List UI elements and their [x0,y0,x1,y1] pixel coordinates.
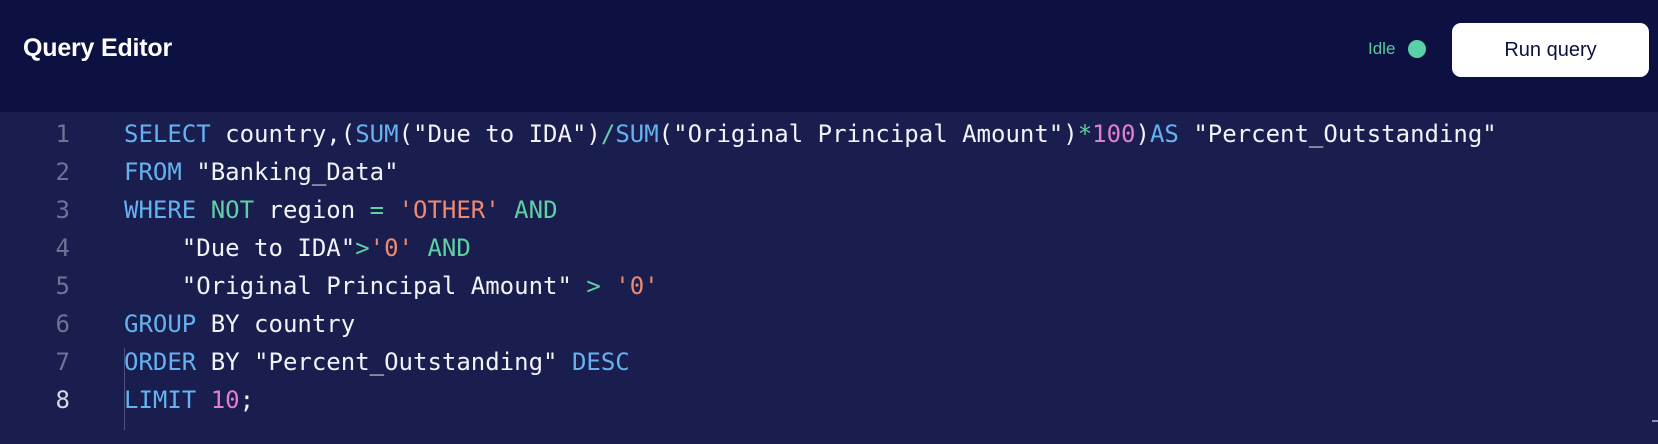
code-line[interactable]: 7 ORDER BY "Percent_Outstanding" DESC [0,342,1658,382]
code-line[interactable]: 2 FROM "Banking_Data" [0,152,1658,192]
code-token-number: 100 [1092,120,1136,148]
code-token-keyword: LIMIT [124,386,197,414]
code-token-plain: "Original Principal Amount" [124,272,587,300]
page-title: Query Editor [23,34,173,62]
code-token-plain: ; [239,386,255,414]
code-text[interactable]: FROM "Banking_Data" [124,152,399,192]
line-number: 2 [55,158,70,186]
code-token-operator: NOT [210,196,255,224]
code-line[interactable]: 4 "Due to IDA">'0' AND [0,228,1658,268]
code-token-string: 'OTHER' [398,196,500,224]
code-token-keyword: SELECT [124,120,211,148]
code-text[interactable]: GROUP BY country [124,304,355,344]
status-label: Idle [1368,39,1396,58]
code-line[interactable]: 3 WHERE NOT region = 'OTHER' AND [0,190,1658,230]
code-token-plain: ("Due to IDA") [398,120,601,148]
line-number: 4 [55,234,70,262]
code-token-keyword: WHERE [124,196,197,224]
code-token-plain: BY "Percent_Outstanding" [196,348,572,376]
code-token-plain: "Percent_Outstanding" [1178,120,1497,148]
code-token-operator: AND [514,196,558,224]
code-token-keyword: FROM [124,158,182,186]
code-token-plain: "Due to IDA" [124,234,356,262]
line-number: 1 [55,120,70,148]
code-token-plain: country,( [210,120,356,148]
code-line[interactable]: 5 "Original Principal Amount" > '0' [0,266,1658,306]
line-number: 7 [55,348,70,376]
line-number: 5 [55,272,70,300]
code-token-number: 10 [210,386,240,414]
code-text[interactable]: "Original Principal Amount" > '0' [124,266,659,306]
code-token-string: '0' [615,272,659,300]
line-number: 6 [55,310,70,338]
code-token-plain: BY country [196,310,356,338]
code-token-operator: / [600,120,616,148]
code-line[interactable]: 1 SELECT country,(SUM("Due to IDA")/SUM("… [0,114,1658,154]
code-token-plain: ) [1135,120,1150,148]
code-token-operator: AND [427,234,471,262]
code-text[interactable]: ORDER BY "Percent_Outstanding" DESC [124,342,630,382]
code-text[interactable]: "Due to IDA">'0' AND [124,228,471,268]
code-token-keyword: AS [1149,120,1179,148]
line-number: 8 [55,386,70,414]
scrollbar-marker[interactable] [1652,420,1658,422]
code-token-string: '0' [369,234,413,262]
code-text[interactable]: WHERE NOT region = 'OTHER' AND [124,190,558,230]
code-token-keyword: DESC [571,348,630,376]
code-token-operator: * [1077,120,1093,148]
editor-header: Query Editor Idle Run query [0,0,1658,112]
code-token-operator: = [369,196,385,224]
code-token-keyword: GROUP [124,310,197,338]
code-text[interactable]: LIMIT 10; [124,380,254,420]
code-line[interactable]: 6 GROUP BY country [0,304,1658,344]
code-token-operator: > [586,272,601,300]
code-token-keyword: ORDER [124,348,197,376]
run-query-button[interactable]: Run query [1452,23,1649,77]
code-line[interactable]: 8 LIMIT 10; [0,380,1658,420]
status-indicator: Idle [1368,38,1427,60]
code-token-plain: region [254,196,370,224]
status-dot-icon [1408,40,1427,58]
code-token-operator: > [355,234,370,262]
code-text[interactable]: SELECT country,(SUM("Due to IDA")/SUM("O… [124,114,1497,154]
line-number: 3 [55,196,70,224]
code-token-keyword: SUM [355,120,399,148]
code-editor[interactable]: 1 SELECT country,(SUM("Due to IDA")/SUM("… [0,112,1658,444]
code-token-plain: ("Original Principal Amount") [658,120,1078,148]
code-token-keyword: SUM [615,120,659,148]
code-token-plain: "Banking_Data" [181,158,399,186]
